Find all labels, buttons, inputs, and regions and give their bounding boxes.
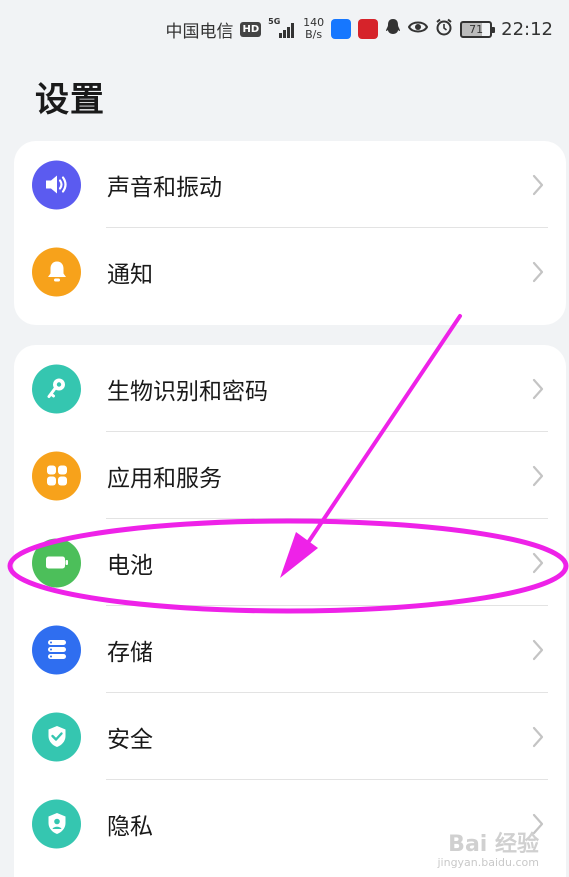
- settings-item-notifications[interactable]: 通知: [14, 228, 566, 315]
- apps-grid-icon: [32, 451, 81, 500]
- network-speed: 140 B/s: [303, 17, 324, 41]
- key-icon: [32, 364, 81, 413]
- settings-item-label: 声音和振动: [107, 174, 222, 201]
- settings-item-label: 存储: [107, 639, 153, 666]
- app-notification-icon: [358, 19, 379, 39]
- settings-group-2: 生物识别和密码 应用和服务 电池 存储 安全 隐私: [14, 345, 566, 877]
- qq-icon: [385, 18, 401, 40]
- settings-item-label: 通知: [107, 261, 153, 288]
- privacy-shield-icon: [32, 799, 81, 848]
- chevron-right-icon: [532, 378, 544, 399]
- speaker-icon: [32, 160, 81, 209]
- cellular-signal-icon: 5G: [268, 17, 296, 38]
- network-tag: 5G: [268, 17, 281, 26]
- chevron-right-icon: [532, 726, 544, 747]
- alarm-icon: [435, 18, 453, 40]
- settings-item-label: 安全: [107, 726, 153, 753]
- status-bar: 中国电信 HD 5G 140 B/s 71 22:12: [0, 0, 569, 58]
- settings-item-apps-services[interactable]: 应用和服务: [14, 432, 566, 519]
- chevron-right-icon: [532, 261, 544, 282]
- settings-item-label: 生物识别和密码: [107, 378, 268, 405]
- watermark-logo: Bai 经验: [448, 832, 539, 857]
- settings-item-biometrics-password[interactable]: 生物识别和密码: [14, 345, 566, 432]
- bell-icon: [32, 247, 81, 296]
- storage-icon: [32, 625, 81, 674]
- chevron-right-icon: [532, 552, 544, 573]
- settings-item-label: 应用和服务: [107, 465, 222, 492]
- settings-item-security[interactable]: 安全: [14, 693, 566, 780]
- page-title: 设置: [35, 80, 105, 120]
- settings-group-1: 声音和振动 通知: [14, 141, 566, 325]
- watermark: Bai 经验 jingyan.baidu.com: [437, 833, 539, 869]
- settings-item-label: 隐私: [107, 813, 153, 840]
- clock: 22:12: [501, 18, 553, 40]
- settings-item-battery[interactable]: 电池: [14, 519, 566, 606]
- battery-indicator: 71: [460, 20, 496, 38]
- shield-check-icon: [32, 712, 81, 761]
- battery-icon: [32, 538, 81, 587]
- carrier-label: 中国电信: [165, 21, 234, 42]
- settings-item-storage[interactable]: 存储: [14, 606, 566, 693]
- hd-badge: HD: [240, 21, 262, 37]
- settings-item-label: 电池: [107, 552, 153, 579]
- eye-icon: [408, 20, 429, 38]
- settings-item-sound-vibration[interactable]: 声音和振动: [14, 141, 566, 228]
- watermark-url: jingyan.baidu.com: [437, 856, 539, 869]
- chevron-right-icon: [532, 465, 544, 486]
- chevron-right-icon: [532, 639, 544, 660]
- speed-unit: B/s: [305, 28, 323, 41]
- app-notification-icon: [331, 19, 352, 39]
- chevron-right-icon: [532, 174, 544, 195]
